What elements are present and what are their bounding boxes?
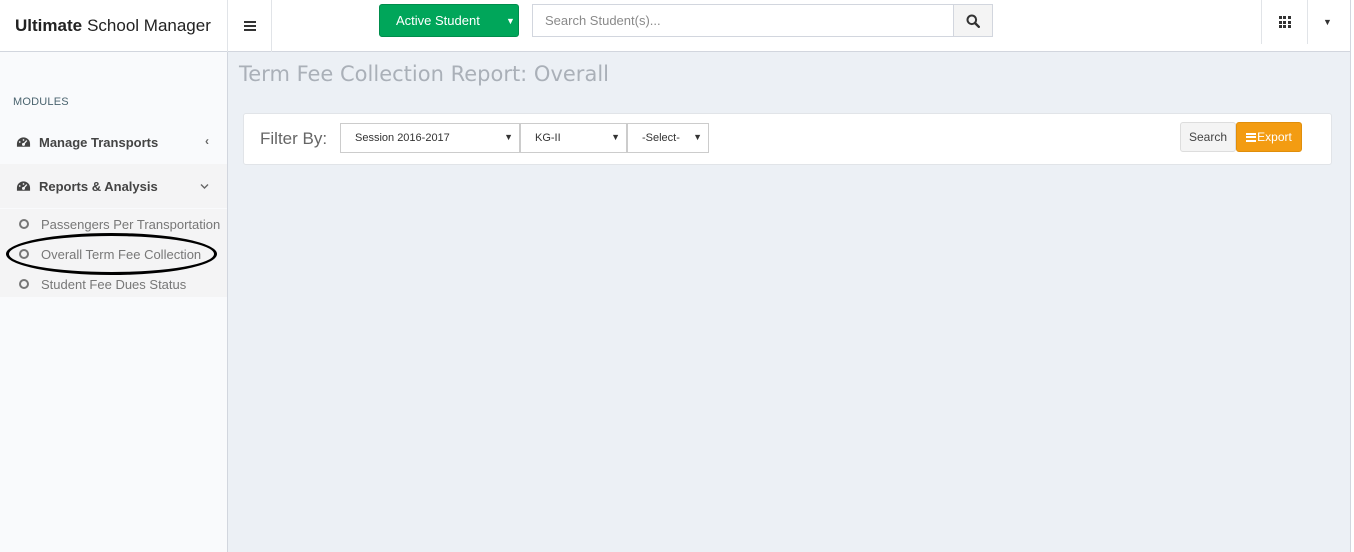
scrollbar[interactable]: [1350, 0, 1354, 552]
session-select[interactable]: Session 2016-2017 ▼: [340, 123, 520, 153]
caret-down-icon[interactable]: ▼: [506, 16, 515, 26]
top-header: Ultimate School Manager Active Student ▼…: [0, 0, 1354, 52]
submenu-item-label: Passengers Per Transportation: [41, 216, 221, 232]
user-menu-button[interactable]: ▼: [1307, 0, 1347, 44]
hamburger-icon: [243, 21, 256, 31]
search-report-button[interactable]: Search: [1180, 122, 1236, 152]
app-logo[interactable]: Ultimate School Manager: [0, 0, 228, 52]
sidebar-header: MODULES: [13, 96, 69, 108]
sidebar: MODULES Manage Transports ‹ Reports & An…: [0, 52, 228, 552]
active-student-button[interactable]: Active Student ▼: [379, 4, 519, 37]
filter-label: Filter By:: [260, 129, 328, 148]
sidebar-item-reports-analysis[interactable]: Reports & Analysis: [0, 164, 227, 208]
sidebar-toggle-button[interactable]: [228, 0, 272, 52]
caret-down-icon: ▼: [693, 132, 702, 142]
student-search: [532, 4, 993, 37]
reports-submenu: Passengers Per Transportation Overall Te…: [0, 209, 227, 297]
dashboard-icon: [16, 181, 31, 191]
caret-down-icon: ▼: [1323, 17, 1332, 27]
search-icon: [966, 14, 980, 28]
list-icon: [1246, 132, 1257, 142]
brand-bold: Ultimate: [15, 16, 83, 35]
sidebar-item-manage-transports[interactable]: Manage Transports ‹: [0, 120, 227, 164]
section-value: -Select-: [642, 132, 680, 144]
caret-down-icon: ▼: [504, 132, 513, 142]
circle-icon: [19, 279, 29, 289]
export-button[interactable]: Export: [1236, 122, 1302, 152]
filter-panel: Filter By: Session 2016-2017 ▼ KG-II ▼ -…: [243, 113, 1332, 165]
sidebar-item-label: Reports & Analysis: [39, 178, 158, 194]
export-label: Export: [1257, 130, 1292, 144]
chevron-left-icon: ‹: [205, 134, 209, 148]
submenu-item-label: Student Fee Dues Status: [41, 276, 187, 292]
circle-icon: [19, 249, 29, 259]
chevron-down-icon: [200, 184, 209, 189]
submenu-item-fee-dues[interactable]: Student Fee Dues Status: [0, 269, 227, 299]
dashboard-icon: [16, 137, 31, 147]
sidebar-item-label: Manage Transports: [39, 134, 159, 150]
class-value: KG-II: [535, 132, 561, 144]
session-value: Session 2016-2017: [355, 132, 450, 144]
brand-name: School Manager: [87, 16, 211, 35]
grid-icon: [1278, 16, 1291, 28]
search-input[interactable]: [533, 5, 953, 36]
submenu-item-passengers[interactable]: Passengers Per Transportation: [0, 209, 227, 239]
submenu-item-label: Overall Term Fee Collection: [41, 246, 202, 262]
page-title: Term Fee Collection Report: Overall: [239, 62, 609, 86]
submenu-item-overall-term-fee[interactable]: Overall Term Fee Collection: [0, 239, 227, 269]
class-select[interactable]: KG-II ▼: [520, 123, 627, 153]
circle-icon: [19, 219, 29, 229]
section-select[interactable]: -Select- ▼: [627, 123, 709, 153]
search-button[interactable]: [953, 5, 992, 36]
active-student-label: Active Student: [396, 13, 480, 28]
caret-down-icon: ▼: [611, 132, 620, 142]
apps-menu-button[interactable]: [1261, 0, 1307, 44]
